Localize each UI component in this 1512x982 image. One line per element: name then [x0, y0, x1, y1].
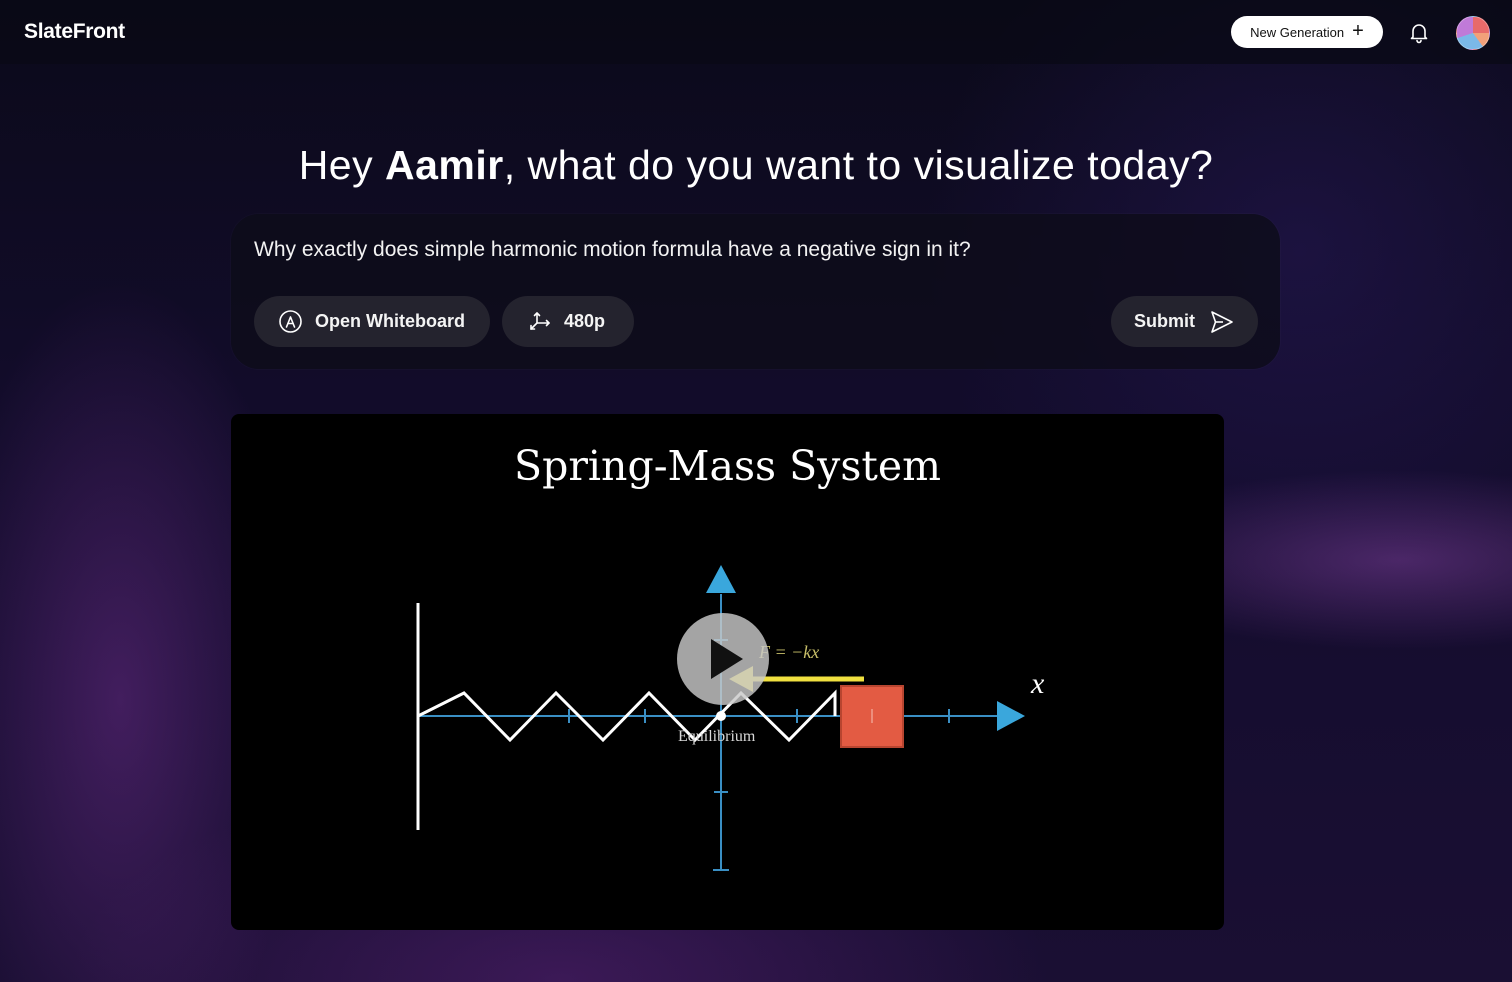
brand-logo[interactable]: SlateFront — [24, 20, 125, 44]
scene-title: Spring-Mass System — [514, 442, 941, 490]
prompt-card: Why exactly does simple harmonic motion … — [231, 214, 1280, 369]
y-axis-arrow — [706, 565, 736, 593]
equilibrium-dot — [716, 711, 726, 721]
x-axis-label: x — [1031, 667, 1045, 700]
submit-button[interactable]: Submit — [1111, 296, 1258, 347]
open-whiteboard-label: Open Whiteboard — [315, 311, 465, 331]
prompt-input[interactable]: Why exactly does simple harmonic motion … — [254, 238, 1254, 262]
play-button[interactable] — [677, 613, 769, 705]
bell-icon[interactable] — [1407, 20, 1431, 44]
plus-icon: + — [1352, 20, 1364, 42]
equilibrium-label: Equilibrium — [678, 728, 756, 745]
resolution-button[interactable]: 480p — [502, 296, 634, 347]
submit-label: Submit — [1134, 311, 1195, 331]
send-icon — [1211, 310, 1233, 333]
axes-3d-icon — [530, 311, 550, 330]
page-title: Hey Aamir, what do you want to visualize… — [0, 142, 1512, 189]
open-whiteboard-button[interactable]: Open Whiteboard — [254, 296, 490, 347]
new-generation-button[interactable]: New Generation + — [1231, 16, 1383, 48]
greeting-suffix: , what do you want to visualize today? — [503, 142, 1214, 188]
x-axis-arrow — [997, 701, 1025, 731]
video-player[interactable]: Spring-Mass System F = −kx x Equilibrium — [231, 414, 1224, 930]
greeting-name: Aamir — [385, 142, 504, 188]
top-navigation-bar: SlateFront New Generation + — [0, 0, 1512, 64]
resolution-label: 480p — [564, 311, 606, 331]
whiteboard-icon — [279, 310, 302, 333]
greeting-prefix: Hey — [298, 142, 385, 188]
avatar[interactable] — [1456, 16, 1490, 50]
new-generation-label: New Generation — [1250, 24, 1345, 40]
play-icon — [711, 639, 743, 679]
